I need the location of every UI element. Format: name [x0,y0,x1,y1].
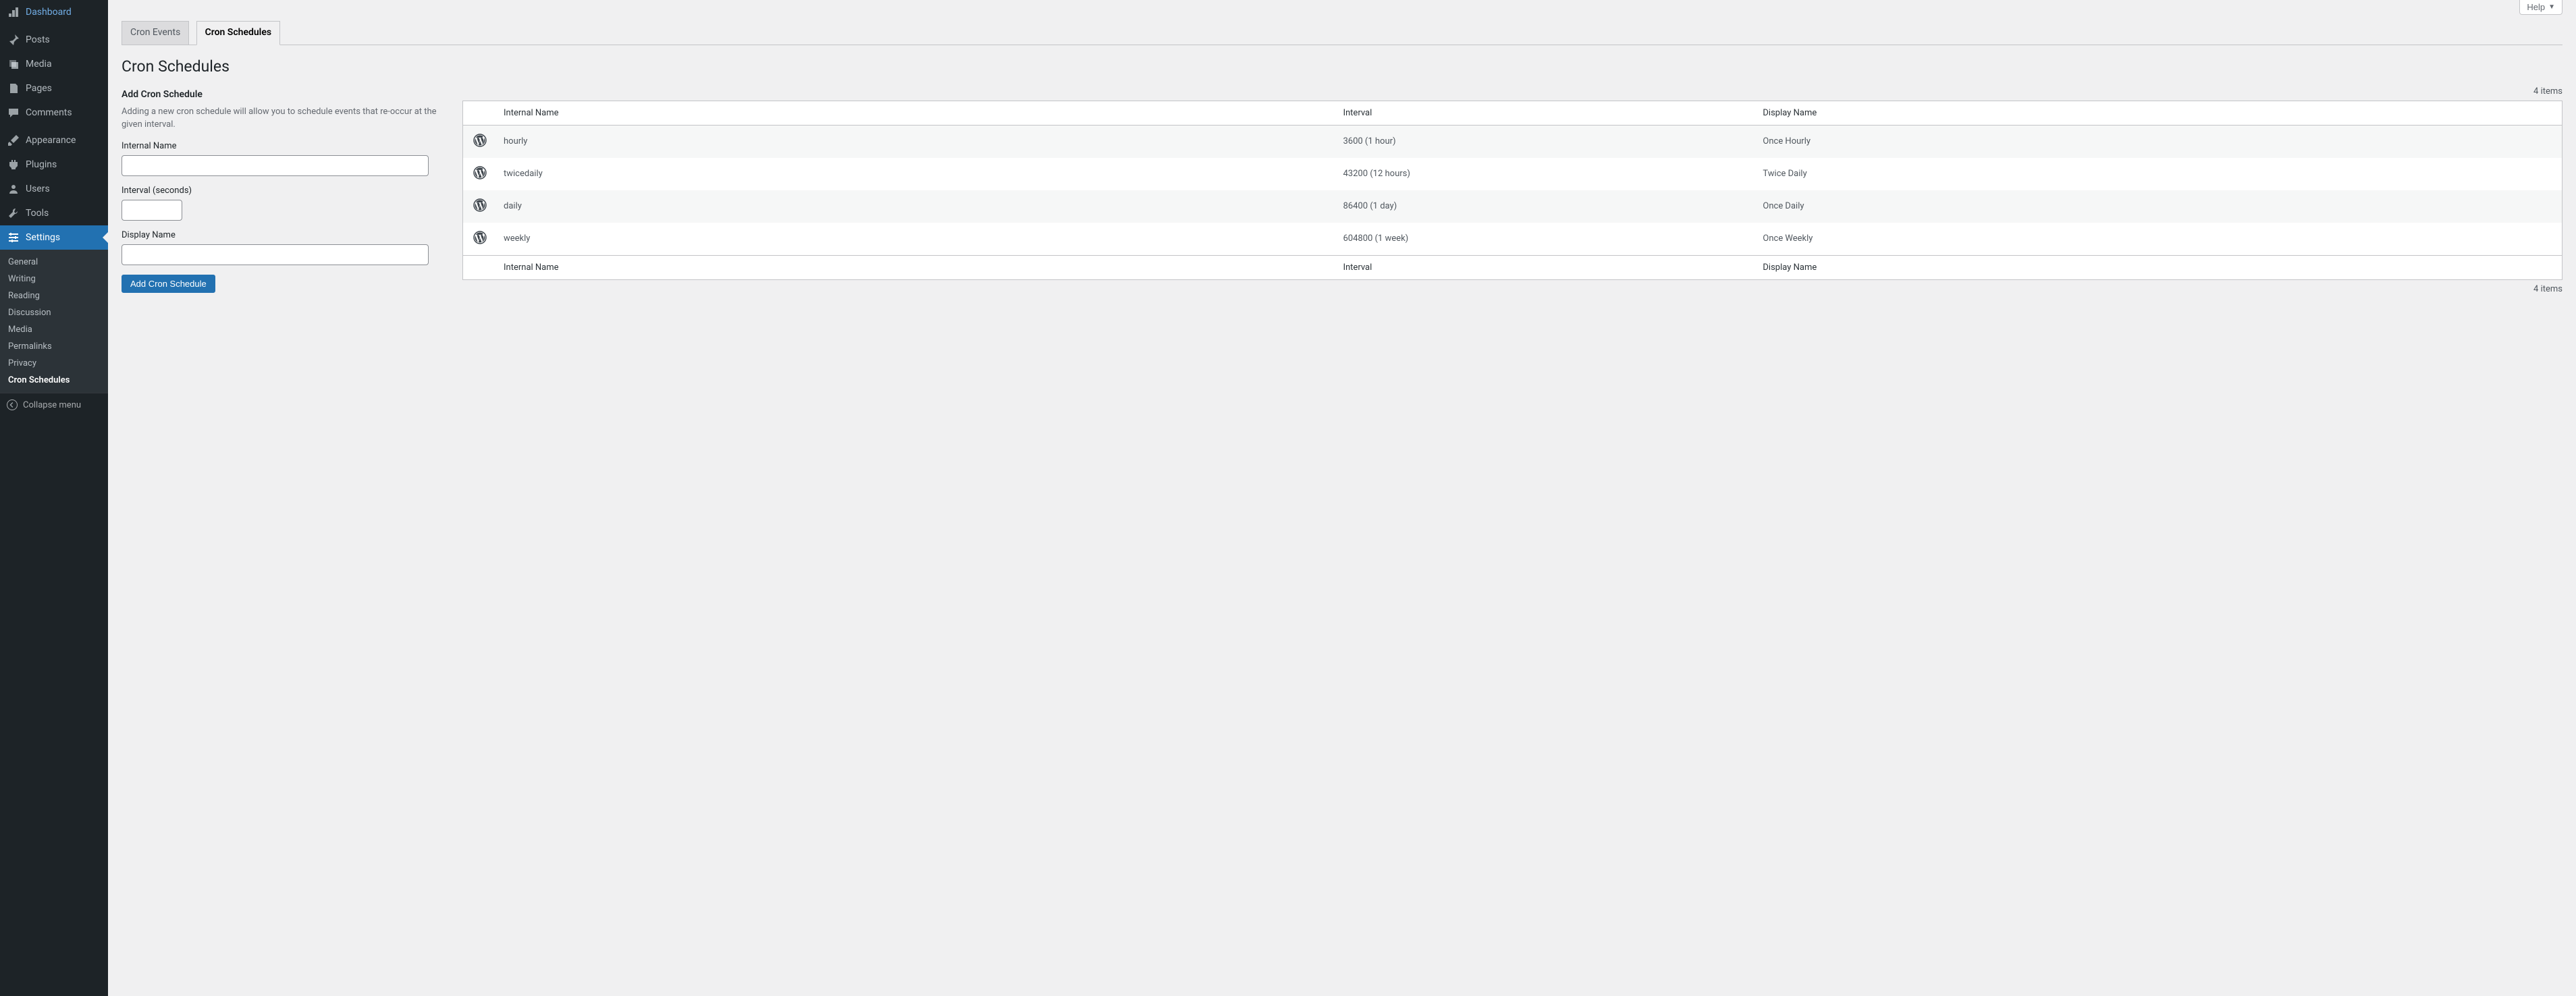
schedules-table: Internal Name Interval Display Name hour… [462,101,2562,280]
sidebar-item-comments[interactable]: Comments [0,101,108,125]
sidebar-item-label: Dashboard [26,7,72,18]
tablenav-top: 4 items [462,82,2562,101]
collapse-label: Collapse menu [23,400,81,410]
tab-cron-events[interactable]: Cron Events [122,21,189,45]
cell-interval: 3600 (1 hour) [1337,126,1756,158]
submenu-writing[interactable]: Writing [0,271,108,287]
sidebar-item-appearance[interactable]: Appearance [0,128,108,153]
sidebar-item-label: Tools [26,208,49,219]
cell-internal-name: daily [497,190,1337,223]
sidebar-item-label: Pages [26,83,52,94]
col-footer-display-name: Display Name [1756,255,2562,279]
pin-icon [7,33,20,47]
add-schedule-heading: Add Cron Schedule [122,89,439,100]
table-row: daily86400 (1 day)Once Daily [463,190,2562,223]
help-label: Help [2527,2,2545,12]
col-footer-internal-name: Internal Name [497,255,1337,279]
users-icon [7,182,20,196]
sidebar-item-label: Comments [26,107,72,118]
sidebar-item-label: Users [26,184,50,194]
wordpress-icon [473,231,487,244]
internal-name-label: Internal Name [122,141,439,151]
media-icon [7,57,20,71]
cell-interval: 604800 (1 week) [1337,223,1756,255]
tablenav-bottom: 4 items [462,280,2562,298]
help-toggle[interactable]: Help ▼ [2519,0,2562,15]
tools-icon [7,206,20,220]
sidebar-item-users[interactable]: Users [0,177,108,201]
cell-internal-name: hourly [497,126,1337,158]
table-row: weekly604800 (1 week)Once Weekly [463,223,2562,255]
wordpress-icon [473,134,487,147]
sidebar-item-label: Media [26,59,52,70]
cell-interval: 43200 (12 hours) [1337,158,1756,190]
col-header-icon [463,101,497,126]
collapse-icon [7,399,18,410]
submenu-cron-schedules[interactable]: Cron Schedules [0,372,108,389]
wordpress-icon [473,166,487,179]
sidebar-item-tools[interactable]: Tools [0,201,108,225]
add-schedule-description: Adding a new cron schedule will allow yo… [122,105,439,132]
cell-internal-name: weekly [497,223,1337,255]
col-footer-interval: Interval [1337,255,1756,279]
sidebar-item-dashboard[interactable]: Dashboard [0,0,108,24]
sidebar-item-media[interactable]: Media [0,52,108,76]
internal-name-input[interactable] [122,155,429,176]
chevron-down-icon: ▼ [2548,3,2555,11]
sidebar-item-settings[interactable]: Settings [0,225,108,250]
items-count-top: 4 items [2533,86,2562,96]
settings-submenu: General Writing Reading Discussion Media… [0,250,108,393]
col-footer-icon [463,255,497,279]
submenu-permalinks[interactable]: Permalinks [0,338,108,355]
interval-input[interactable] [122,200,182,221]
sidebar-item-label: Settings [26,232,60,243]
submenu-discussion[interactable]: Discussion [0,304,108,321]
submenu-reading[interactable]: Reading [0,287,108,304]
wordpress-icon [473,198,487,212]
sidebar-item-posts[interactable]: Posts [0,28,108,52]
submenu-privacy[interactable]: Privacy [0,355,108,372]
cell-display-name: Once Weekly [1756,223,2562,255]
cell-interval: 86400 (1 day) [1337,190,1756,223]
page-title: Cron Schedules [122,57,2562,76]
interval-label: Interval (seconds) [122,186,439,196]
table-row: twicedaily43200 (12 hours)Twice Daily [463,158,2562,190]
collapse-menu[interactable]: Collapse menu [0,393,108,416]
comments-icon [7,106,20,119]
cell-internal-name: twicedaily [497,158,1337,190]
dashboard-icon [7,5,20,19]
submenu-general[interactable]: General [0,254,108,271]
items-count-bottom: 4 items [2533,284,2562,294]
tab-cron-schedules[interactable]: Cron Schedules [196,21,280,45]
sidebar-item-label: Posts [26,34,50,45]
add-schedule-button[interactable]: Add Cron Schedule [122,275,215,293]
col-header-internal-name: Internal Name [497,101,1337,126]
cell-display-name: Once Hourly [1756,126,2562,158]
admin-sidebar: Dashboard Posts Media [0,0,108,996]
sidebar-item-label: Appearance [26,135,76,146]
settings-icon [7,231,20,244]
cell-display-name: Twice Daily [1756,158,2562,190]
table-row: hourly3600 (1 hour)Once Hourly [463,126,2562,158]
cell-display-name: Once Daily [1756,190,2562,223]
pages-icon [7,82,20,95]
brush-icon [7,134,20,147]
plugin-icon [7,158,20,171]
sidebar-item-label: Plugins [26,159,57,170]
submenu-media[interactable]: Media [0,321,108,338]
sidebar-item-plugins[interactable]: Plugins [0,153,108,177]
col-header-interval: Interval [1337,101,1756,126]
col-header-display-name: Display Name [1756,101,2562,126]
display-name-input[interactable] [122,244,429,265]
nav-tabs: Cron Events Cron Schedules [122,15,2562,45]
sidebar-item-pages[interactable]: Pages [0,76,108,101]
display-name-label: Display Name [122,230,439,240]
